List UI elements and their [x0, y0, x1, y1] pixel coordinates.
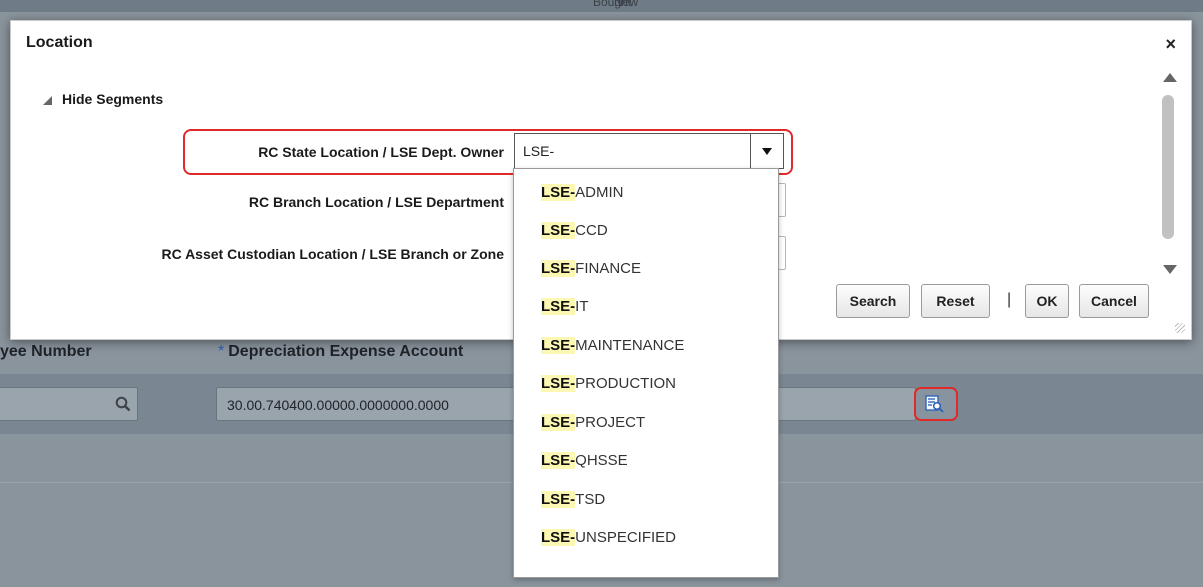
dropdown-match-text: LSE-: [541, 337, 576, 354]
dropdown-item-maintenance[interactable]: LSE-MAINTENANCE: [541, 332, 684, 360]
hide-segments-toggle[interactable]: Hide Segments: [43, 91, 163, 107]
employee-number-label: yee Number: [0, 343, 92, 360]
dropdown-item-production[interactable]: LSE-PRODUCTION: [541, 370, 676, 398]
dropdown-match-text: LSE-: [541, 184, 576, 201]
dropdown-match-text: LSE-: [541, 414, 576, 431]
dropdown-item-project[interactable]: LSE-PROJECT: [541, 409, 645, 437]
dropdown-item-text: PRODUCTION: [575, 375, 677, 392]
cancel-button[interactable]: Cancel: [1079, 284, 1149, 318]
resize-grip-icon[interactable]: [1175, 323, 1185, 333]
new-value: New: [614, 0, 639, 9]
dropdown-item-text: QHSSE: [575, 452, 628, 469]
scroll-up-arrow-icon[interactable]: [1163, 73, 1177, 82]
dropdown-item-text: MAINTENANCE: [575, 337, 685, 354]
background-top-strip: Bought New: [0, 0, 1203, 12]
ok-button[interactable]: OK: [1025, 284, 1069, 318]
required-asterisk: *: [218, 343, 225, 360]
segment-label-state-location: RC State Location / LSE Dept. Owner: [258, 144, 504, 160]
dropdown-match-text: LSE-: [541, 491, 576, 508]
dropdown-item-admin[interactable]: LSE-ADMIN: [541, 179, 624, 207]
dropdown-item-it[interactable]: LSE-IT: [541, 293, 589, 321]
dropdown-item-tsd[interactable]: LSE-TSD: [541, 486, 605, 514]
dropdown-item-unspecified[interactable]: LSE-UNSPECIFIED: [541, 524, 676, 552]
hide-segments-label: Hide Segments: [62, 91, 164, 107]
segment-label-branch-location: RC Branch Location / LSE Department: [248, 194, 504, 210]
dropdown-item-text: PROJECT: [575, 414, 646, 431]
dropdown-match-text: LSE-: [541, 452, 576, 469]
dropdown-item-qhsse[interactable]: LSE-QHSSE: [541, 447, 628, 475]
search-button[interactable]: Search: [836, 284, 910, 318]
depreciation-label-text: Depreciation Expense Account: [228, 343, 464, 360]
magnifier-icon[interactable]: [115, 396, 131, 417]
reset-button[interactable]: Reset: [921, 284, 990, 318]
state-location-dropdown-button[interactable]: [750, 133, 784, 169]
button-separator: |: [1007, 291, 1012, 308]
dropdown-match-text: LSE-: [541, 375, 576, 392]
dropdown-item-text: FINANCE: [575, 260, 642, 277]
dropdown-item-text: ADMIN: [575, 184, 624, 201]
dialog-title: Location: [26, 34, 93, 51]
dropdown-item-text: UNSPECIFIED: [575, 529, 677, 546]
chevron-down-icon: [762, 147, 772, 155]
dropdown-item-ccd[interactable]: LSE-CCD: [541, 217, 608, 245]
dropdown-match-text: LSE-: [541, 222, 576, 239]
dropdown-item-text: TSD: [575, 491, 606, 508]
dropdown-item-finance[interactable]: LSE-FINANCE: [541, 255, 641, 283]
dropdown-match-text: LSE-: [541, 298, 576, 315]
dropdown-match-text: LSE-: [541, 529, 576, 546]
state-location-input[interactable]: LSE-: [514, 133, 751, 169]
dropdown-match-text: LSE-: [541, 260, 576, 277]
close-icon[interactable]: ×: [1165, 34, 1176, 55]
scrollbar-thumb[interactable]: [1162, 95, 1174, 239]
dropdown-item-text: IT: [575, 298, 589, 315]
segment-label-asset-custodian: RC Asset Custodian Location / LSE Branch…: [161, 246, 504, 262]
scroll-down-arrow-icon[interactable]: [1163, 265, 1177, 274]
depreciation-expense-account-label: * Depreciation Expense Account: [218, 343, 463, 361]
dropdown-item-text: CCD: [575, 222, 608, 239]
list-of-values-search-icon[interactable]: [914, 387, 958, 421]
state-location-dropdown-list: LSE-ADMIN LSE-CCD LSE-FINANCE LSE-IT LSE…: [513, 168, 779, 578]
collapse-triangle-icon: [43, 96, 52, 105]
